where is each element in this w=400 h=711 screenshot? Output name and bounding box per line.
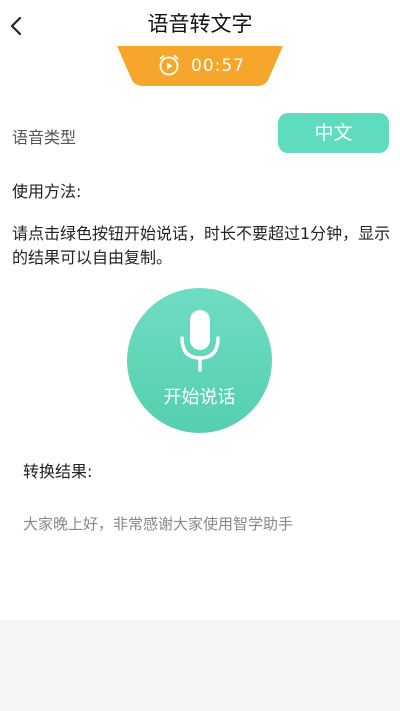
header-bar: 语音转文字 [0, 0, 400, 46]
result-heading: 转换结果: [23, 462, 93, 481]
timer-value: 00:57 [191, 56, 245, 76]
microphone-icon [180, 310, 220, 372]
start-speaking-label: 开始说话 [163, 387, 236, 408]
voice-type-label: 语音类型 [12, 128, 77, 147]
usage-instructions: 请点击绿色按钮开始说话，时长不要超过1分钟，显示的结果可以自由复制。 [12, 224, 391, 267]
bottom-area [0, 620, 400, 711]
alarm-clock-play-icon [159, 55, 179, 76]
usage-heading: 使用方法: [12, 182, 82, 201]
language-select-button[interactable]: 中文 [278, 113, 389, 153]
result-text[interactable]: 大家晚上好，非常感谢大家使用智学助手 [23, 513, 293, 534]
page-title: 语音转文字 [147, 12, 253, 36]
timer-badge: 00:57 [117, 46, 283, 86]
start-speaking-button[interactable]: 开始说话 [127, 288, 272, 433]
